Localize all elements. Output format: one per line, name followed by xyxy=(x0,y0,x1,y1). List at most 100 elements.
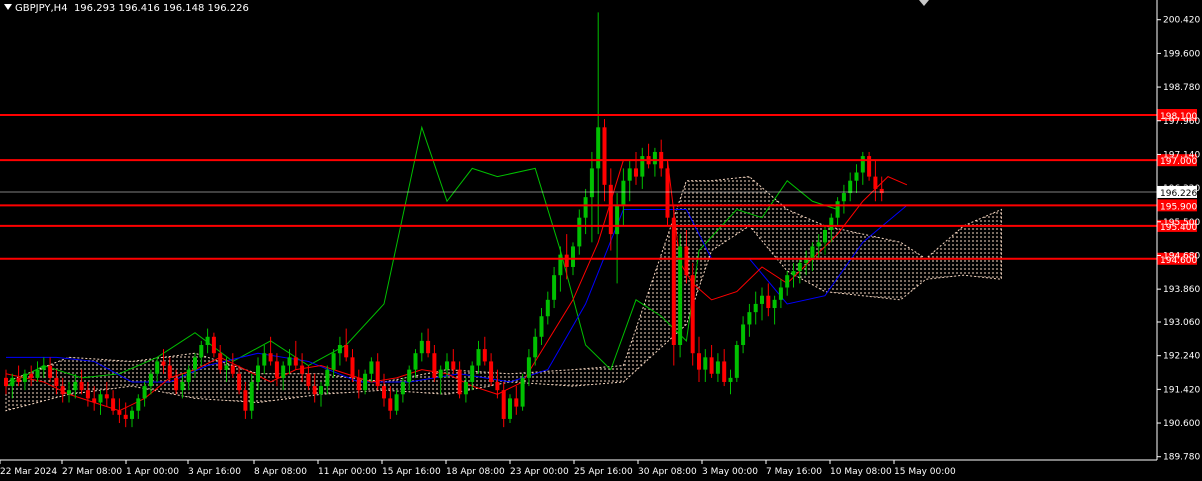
candle-body xyxy=(545,299,550,317)
price-tick-label: 200.420 xyxy=(1163,16,1200,26)
candle xyxy=(734,340,739,382)
candle-body xyxy=(816,242,821,247)
candle-body xyxy=(319,386,323,395)
time-tick-label: 30 Apr 08:00 xyxy=(638,467,697,477)
candle-body xyxy=(684,246,689,276)
price-tick-label: 195.500 xyxy=(1163,218,1200,228)
candle-body xyxy=(67,390,71,395)
price-tick-label: 193.860 xyxy=(1163,285,1200,295)
time-tick-label: 3 Apr 16:00 xyxy=(188,467,241,477)
time-tick-label: 11 Apr 00:00 xyxy=(318,467,377,477)
candle-body xyxy=(652,151,657,165)
candle-body xyxy=(344,345,349,358)
time-tick-label: 18 Apr 08:00 xyxy=(446,467,505,477)
price-tick-label: 190.600 xyxy=(1163,419,1200,429)
candle-body xyxy=(123,414,128,419)
candle-body xyxy=(230,365,235,374)
candle-body xyxy=(287,357,292,366)
candle-body xyxy=(268,353,273,362)
current-price-label: 196.226 xyxy=(1160,189,1197,199)
candle-body xyxy=(715,361,720,374)
candle-body xyxy=(79,381,84,391)
level-label: 195.900 xyxy=(1160,202,1197,212)
candle-body xyxy=(867,156,872,177)
candle-body xyxy=(508,398,512,419)
candle-body xyxy=(130,410,134,419)
candle-body xyxy=(382,386,386,399)
candle-body xyxy=(621,180,626,206)
candle-body xyxy=(104,394,109,399)
candle-body xyxy=(48,365,53,378)
candle-body xyxy=(785,275,790,288)
candle-body xyxy=(193,357,197,370)
candle-body xyxy=(678,246,683,345)
candle-body xyxy=(772,299,777,309)
candle-body xyxy=(92,398,97,403)
candle-body xyxy=(243,390,248,411)
candle-body xyxy=(256,365,260,382)
candle xyxy=(867,151,872,181)
time-tick-label: 10 May 08:00 xyxy=(830,467,892,477)
candle-body xyxy=(117,410,122,415)
ohlc-readout: 196.293 196.416 196.148 196.226 xyxy=(73,3,249,14)
candle xyxy=(690,262,695,366)
candle-body xyxy=(520,377,525,407)
candle-body xyxy=(457,369,462,395)
candle-body xyxy=(325,369,330,387)
candle-body xyxy=(665,168,670,218)
candle-body xyxy=(262,353,267,366)
candle-body xyxy=(539,316,544,337)
candle-body xyxy=(627,168,632,181)
candle-body xyxy=(860,156,865,173)
time-tick-label: 15 Apr 16:00 xyxy=(382,467,441,477)
candle-body xyxy=(60,386,65,395)
candle-body xyxy=(709,357,714,374)
candle-body xyxy=(432,353,437,378)
price-tick-label: 198.780 xyxy=(1163,83,1200,93)
dropdown-triangle-icon[interactable] xyxy=(4,4,12,10)
candle-body xyxy=(728,377,733,382)
candle-body xyxy=(249,381,254,411)
candle xyxy=(665,160,670,226)
candle-body xyxy=(337,345,342,354)
candle-body xyxy=(388,398,393,411)
candle-body xyxy=(111,398,116,411)
candle-body xyxy=(426,340,431,354)
candle-body xyxy=(180,381,185,391)
candle-body xyxy=(161,361,166,366)
candle-body xyxy=(463,381,468,395)
price-chart[interactable]: 198.100197.000195.900195.400194.600 200.… xyxy=(0,0,1202,481)
candle-body xyxy=(407,369,412,382)
time-tick-label: 22 Mar 2024 xyxy=(0,467,57,477)
candle-body xyxy=(734,345,739,378)
candle-body xyxy=(274,361,279,378)
candle-body xyxy=(753,303,758,313)
candle-body xyxy=(98,394,103,403)
candle-body xyxy=(797,262,802,272)
candle-body xyxy=(589,168,594,198)
candle-body xyxy=(438,369,443,378)
candle-body xyxy=(29,373,34,378)
candle-body xyxy=(848,180,853,194)
candle-body xyxy=(312,386,317,395)
price-tick-label: 191.420 xyxy=(1163,385,1200,395)
candle-body xyxy=(810,246,815,259)
candle-body xyxy=(205,336,210,345)
shift-marker-icon[interactable] xyxy=(919,0,929,6)
time-tick-label: 1 Apr 00:00 xyxy=(126,467,179,477)
candle-body xyxy=(577,217,582,247)
candle-body xyxy=(558,254,563,276)
candle xyxy=(671,205,676,366)
candle-body xyxy=(615,205,620,235)
candle-body xyxy=(841,193,846,202)
candle-body xyxy=(400,381,405,395)
price-tick-label: 189.780 xyxy=(1163,453,1200,463)
time-tick-label: 15 May 00:00 xyxy=(894,467,956,477)
candle-body xyxy=(306,373,311,387)
candle-body xyxy=(476,349,481,366)
time-tick-label: 23 Apr 00:00 xyxy=(510,467,569,477)
candle-body xyxy=(419,340,424,354)
candle-body xyxy=(791,271,796,276)
candle-body xyxy=(54,377,59,387)
candle-body xyxy=(526,357,531,378)
